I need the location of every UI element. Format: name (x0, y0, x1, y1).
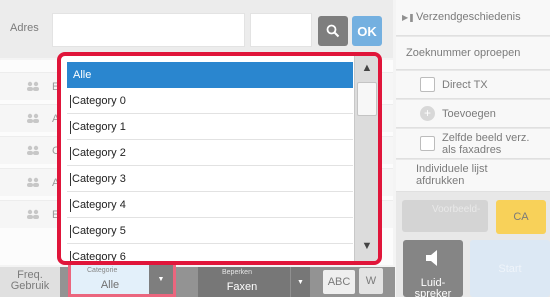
category-option-label: Category 0 (72, 95, 126, 107)
category-option[interactable]: Category 4 (67, 192, 353, 218)
text-caret (70, 173, 71, 186)
category-option[interactable]: Category 0 (67, 88, 353, 114)
text-caret (70, 251, 71, 261)
dropdown-scrollbar[interactable]: ▲ ▼ (354, 56, 378, 261)
text-caret (70, 95, 71, 108)
text-caret (70, 121, 71, 134)
category-option[interactable]: Category 6 (67, 244, 353, 263)
category-option-label: Alle (73, 69, 92, 81)
scroll-to-bottom-icon[interactable]: ▼ (355, 240, 378, 252)
category-option[interactable]: Category 5 (67, 218, 353, 244)
category-option-label: Category 1 (72, 121, 126, 133)
category-option-label: Category 3 (72, 173, 126, 185)
category-option-label: Category 2 (72, 147, 126, 159)
category-dropdown: Alle Category 0 Category 1 Category 2 Ca… (57, 52, 382, 265)
scroll-to-top-icon[interactable]: ▲ (355, 62, 378, 74)
category-option-label: Category 4 (72, 199, 126, 211)
category-option-all[interactable]: Alle (67, 62, 353, 88)
category-option[interactable]: Category 2 (67, 140, 353, 166)
category-option-label: Category 5 (72, 225, 126, 237)
scrollbar-thumb[interactable] (357, 82, 377, 116)
category-option-label: Category 6 (72, 251, 126, 263)
text-caret (70, 199, 71, 212)
text-caret (70, 147, 71, 160)
text-caret (70, 225, 71, 238)
category-option[interactable]: Category 3 (67, 166, 353, 192)
category-option[interactable]: Category 1 (67, 114, 353, 140)
